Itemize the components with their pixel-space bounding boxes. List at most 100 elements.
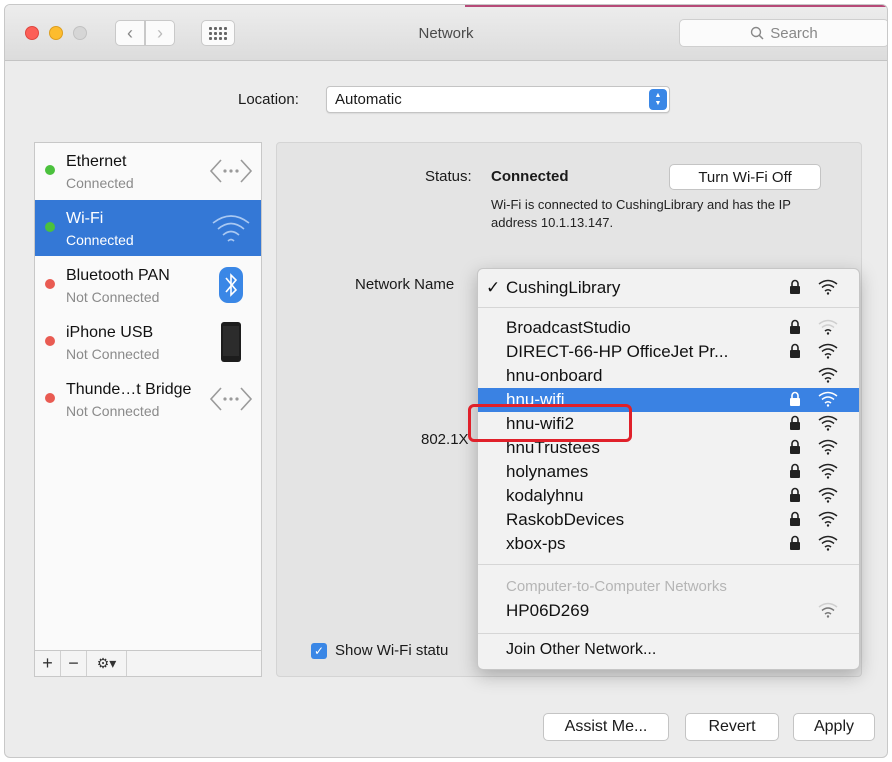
search-placeholder: Search bbox=[770, 24, 818, 42]
network-item[interactable]: RaskobDevices bbox=[478, 508, 859, 532]
join-other-label: Join Other Network... bbox=[506, 641, 657, 658]
turn-wifi-off-button[interactable]: Turn Wi-Fi Off bbox=[669, 164, 821, 190]
network-item[interactable]: BroadcastStudio bbox=[478, 316, 859, 340]
bluetooth-icon bbox=[209, 266, 253, 304]
status-dot bbox=[45, 222, 55, 232]
status-value: Connected bbox=[491, 168, 569, 185]
status-dot bbox=[45, 279, 55, 289]
service-name: Wi-Fi bbox=[66, 210, 104, 227]
service-item-bluetooth-pan[interactable]: Bluetooth PAN Not Connected bbox=[35, 257, 261, 313]
network-item-hp06d269[interactable]: HP06D269 bbox=[478, 599, 859, 623]
apply-button[interactable]: Apply bbox=[793, 713, 875, 741]
network-label: xbox-ps bbox=[506, 534, 566, 553]
lock-icon bbox=[790, 391, 800, 406]
remove-service-button[interactable]: − bbox=[61, 651, 87, 676]
wifi-signal-icon bbox=[818, 602, 838, 618]
show-wifi-status-checkbox[interactable]: ✓ Show Wi-Fi statu bbox=[311, 642, 448, 659]
wifi-icon bbox=[209, 209, 253, 247]
service-item-wifi[interactable]: Wi-Fi Connected bbox=[35, 200, 261, 256]
search-icon bbox=[751, 26, 764, 40]
service-status: Connected bbox=[66, 175, 134, 191]
network-preferences-window: ‹ › Network Search Location: Automatic ▲… bbox=[4, 4, 888, 758]
network-name-dropdown: ✓ CushingLibrary BroadcastStudio DIRECT-6… bbox=[477, 268, 860, 670]
lock-icon bbox=[790, 319, 800, 334]
network-label: DIRECT-66-HP OfficeJet Pr... bbox=[506, 342, 729, 361]
wifi-signal-icon bbox=[818, 391, 838, 407]
service-item-thunderbolt-bridge[interactable]: Thunde…t Bridge Not Connected bbox=[35, 371, 261, 427]
network-label: BroadcastStudio bbox=[506, 318, 631, 337]
wifi-signal-icon bbox=[818, 319, 838, 335]
wifi-signal-icon bbox=[818, 487, 838, 503]
lock-icon bbox=[790, 439, 800, 454]
network-label: hnu-onboard bbox=[506, 366, 603, 385]
wifi-signal-icon bbox=[818, 535, 838, 551]
network-label: CushingLibrary bbox=[506, 278, 621, 297]
network-label: kodalyhnu bbox=[506, 486, 584, 505]
title-bar: ‹ › Network Search bbox=[5, 5, 887, 61]
network-item[interactable]: holynames bbox=[478, 460, 859, 484]
wifi-signal-icon bbox=[818, 511, 838, 527]
wifi-signal-icon bbox=[818, 439, 838, 455]
network-item[interactable]: xbox-ps bbox=[478, 532, 859, 556]
wifi-signal-icon bbox=[818, 279, 838, 295]
service-item-ethernet[interactable]: Ethernet Connected bbox=[35, 143, 261, 199]
lock-icon bbox=[790, 279, 800, 294]
network-item[interactable]: kodalyhnu bbox=[478, 484, 859, 508]
service-status: Not Connected bbox=[66, 289, 160, 305]
lock-icon bbox=[790, 415, 800, 430]
dot1x-label: 802.1X bbox=[421, 431, 469, 448]
service-name: iPhone USB bbox=[66, 324, 154, 341]
join-other-network-item[interactable]: Join Other Network... bbox=[478, 639, 859, 663]
action-menu-button[interactable]: ⚙▾ bbox=[87, 651, 127, 676]
assist-me-button[interactable]: Assist Me... bbox=[543, 713, 669, 741]
search-field[interactable]: Search bbox=[679, 19, 887, 47]
updown-chevron-icon: ▲ ▼ bbox=[649, 89, 667, 110]
highlight-annotation-box bbox=[468, 404, 632, 442]
network-label: HP06D269 bbox=[506, 601, 590, 620]
wifi-signal-icon bbox=[818, 343, 838, 359]
network-item[interactable]: DIRECT-66-HP OfficeJet Pr... bbox=[478, 340, 859, 364]
network-label: holynames bbox=[506, 462, 589, 481]
service-list: Ethernet Connected Wi-Fi Connected Bluet… bbox=[34, 142, 262, 677]
service-name: Thunde…t Bridge bbox=[66, 381, 192, 398]
service-name: Ethernet bbox=[66, 153, 127, 170]
status-description: Wi-Fi is connected to CushingLibrary and… bbox=[491, 197, 791, 230]
location-select[interactable]: Automatic ▲ ▼ bbox=[326, 86, 670, 113]
service-name: Bluetooth PAN bbox=[66, 267, 170, 284]
network-name-label: Network Name bbox=[355, 276, 455, 293]
network-label: RaskobDevices bbox=[506, 510, 625, 529]
network-item-current[interactable]: ✓ CushingLibrary bbox=[478, 276, 859, 300]
service-list-toolbar: + − ⚙▾ bbox=[35, 650, 261, 676]
service-item-iphone-usb[interactable]: iPhone USB Not Connected bbox=[35, 314, 261, 370]
status-dot bbox=[45, 165, 55, 175]
service-status: Not Connected bbox=[66, 346, 160, 362]
service-status: Connected bbox=[66, 232, 134, 248]
c2c-header: Computer-to-Computer Networks bbox=[478, 574, 859, 598]
location-value: Automatic bbox=[335, 91, 402, 108]
c2c-header-label: Computer-to-Computer Networks bbox=[506, 578, 727, 595]
add-service-button[interactable]: + bbox=[35, 651, 61, 676]
status-dot bbox=[45, 393, 55, 403]
ethernet-icon bbox=[209, 152, 253, 190]
lock-icon bbox=[790, 487, 800, 502]
network-item[interactable]: hnu-onboard bbox=[478, 364, 859, 388]
menu-separator bbox=[478, 307, 859, 308]
wifi-signal-icon bbox=[818, 367, 838, 383]
wifi-signal-icon bbox=[818, 463, 838, 479]
iphone-icon bbox=[209, 322, 253, 362]
menu-separator bbox=[478, 633, 859, 634]
accent-line bbox=[465, 5, 887, 7]
location-label: Location: bbox=[238, 91, 299, 108]
wifi-signal-icon bbox=[818, 415, 838, 431]
gear-icon: ⚙▾ bbox=[96, 655, 117, 671]
lock-icon bbox=[790, 463, 800, 478]
show-wifi-status-label: Show Wi-Fi statu bbox=[335, 642, 449, 659]
revert-button[interactable]: Revert bbox=[685, 713, 779, 741]
lock-icon bbox=[790, 535, 800, 550]
menu-separator bbox=[478, 564, 859, 565]
status-label: Status: bbox=[425, 168, 472, 185]
checkmark-icon: ✓ bbox=[486, 278, 501, 297]
lock-icon bbox=[790, 511, 800, 526]
status-dot bbox=[45, 336, 55, 346]
thunderbolt-bridge-icon bbox=[209, 380, 253, 418]
